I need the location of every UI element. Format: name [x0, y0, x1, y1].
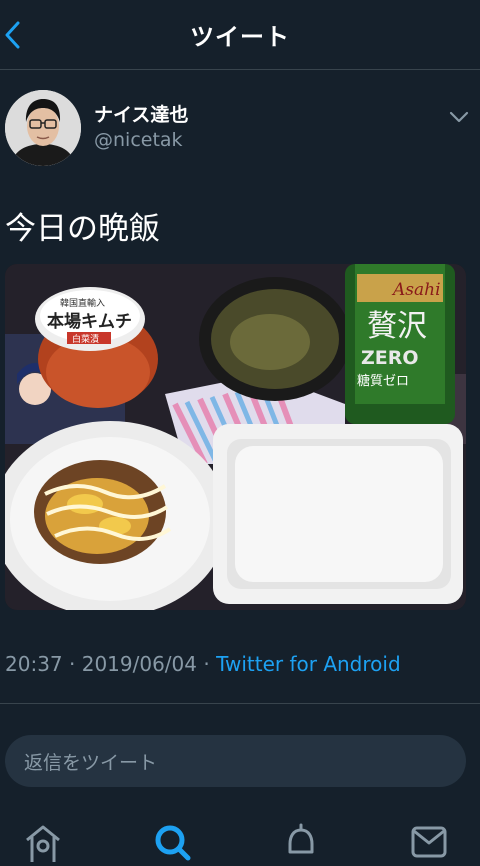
divider: [0, 703, 480, 704]
can-zero-label: ZERO: [361, 347, 419, 369]
bottom-tab-bar: [0, 810, 480, 862]
avatar[interactable]: [5, 90, 81, 166]
can-big-label: 贅沢: [367, 309, 427, 344]
meta-separator-2: ·: [197, 652, 217, 676]
tweet-photo[interactable]: 韓国直輸入 本場キムチ 白菜漬 Asahi 贅沢 ZERO 糖質ゼロ: [5, 264, 466, 610]
home-icon[interactable]: [23, 822, 63, 862]
meta-separator: ·: [62, 652, 82, 676]
reply-placeholder: 返信をツイート: [24, 751, 158, 774]
can-brand-label: Asahi: [391, 280, 441, 300]
tweet-date: 2019/06/04: [81, 652, 197, 676]
kimchi-brand-label: 韓国直輸入: [60, 297, 105, 309]
chevron-down-icon[interactable]: [447, 107, 471, 127]
reply-input[interactable]: 返信をツイート: [5, 735, 466, 787]
author-display-name[interactable]: ナイス達也: [94, 100, 188, 127]
page-title: ツイート: [190, 23, 290, 51]
tweet-meta: 20:37 · 2019/06/04 · Twitter for Android: [5, 652, 401, 676]
mail-icon[interactable]: [410, 822, 450, 862]
tweet-source-link[interactable]: Twitter for Android: [216, 652, 401, 676]
bell-icon[interactable]: [281, 822, 321, 862]
tweet-time: 20:37: [5, 652, 63, 676]
kimchi-name-label: 本場キムチ: [47, 311, 132, 332]
search-icon[interactable]: [152, 822, 192, 862]
top-bar: ツイート: [0, 0, 480, 70]
can-sub-label: 糖質ゼロ: [357, 373, 409, 389]
author-handle[interactable]: @nicetak: [94, 129, 183, 151]
tweet-text: 今日の晩飯: [5, 211, 160, 247]
kimchi-sub-label: 白菜漬: [72, 333, 99, 345]
chevron-left-icon[interactable]: [0, 18, 24, 52]
